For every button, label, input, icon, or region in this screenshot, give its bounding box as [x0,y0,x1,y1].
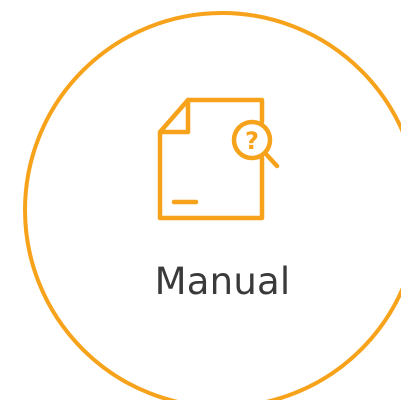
svg-text:?: ? [245,127,259,155]
manual-tile[interactable]: ? Manual [0,0,401,400]
tile-label: Manual [154,260,291,303]
document-search-icon: ? [157,97,280,221]
